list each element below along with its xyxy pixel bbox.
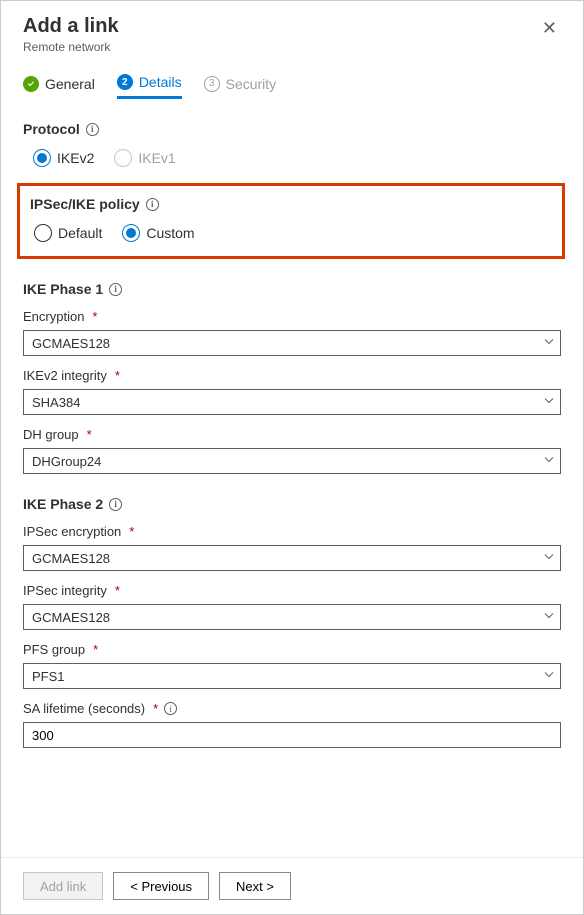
protocol-options: IKEv2 IKEv1 (23, 149, 561, 167)
select-value: SHA384 (23, 389, 561, 415)
tab-label: Security (226, 76, 277, 92)
next-button[interactable]: Next > (219, 872, 291, 900)
protocol-label: Protocol i (23, 121, 561, 137)
step-number-icon: 2 (117, 74, 133, 90)
required-indicator: * (129, 524, 134, 539)
required-indicator: * (115, 368, 120, 383)
tab-label: Details (139, 74, 182, 90)
ipsec-policy-label-text: IPSec/IKE policy (30, 196, 140, 212)
ipsec-policy-label: IPSec/IKE policy i (30, 196, 552, 212)
field-label-text: Encryption (23, 309, 84, 324)
ipsec-policy-highlight: IPSec/IKE policy i Default Custom (17, 183, 565, 259)
required-indicator: * (153, 701, 158, 716)
close-button[interactable]: ✕ (538, 15, 561, 41)
radio-icon (114, 149, 132, 167)
step-tabs: General 2 Details 3 Security (1, 62, 583, 99)
select-value: PFS1 (23, 663, 561, 689)
info-icon[interactable]: i (109, 498, 122, 511)
radio-ikev1[interactable]: IKEv1 (114, 149, 175, 167)
panel-header: Add a link Remote network ✕ (1, 1, 583, 62)
ipsec-encryption-select[interactable]: GCMAES128 (23, 545, 561, 571)
radio-label: Default (58, 225, 102, 241)
field-label-text: SA lifetime (seconds) (23, 701, 145, 716)
step-number-icon: 3 (204, 76, 220, 92)
tab-details[interactable]: 2 Details (117, 74, 182, 99)
check-icon (23, 76, 39, 92)
field-label-text: IKEv2 integrity (23, 368, 107, 383)
info-icon[interactable]: i (86, 123, 99, 136)
phase-header-text: IKE Phase 2 (23, 496, 103, 512)
ike-phase2-header: IKE Phase 2 i (23, 496, 561, 512)
form-content: Protocol i IKEv2 IKEv1 IPSec/IKE policy … (1, 99, 583, 857)
radio-label: IKEv2 (57, 150, 94, 166)
field-label-text: PFS group (23, 642, 85, 657)
info-icon[interactable]: i (146, 198, 159, 211)
tab-general[interactable]: General (23, 76, 95, 98)
field-label-text: IPSec encryption (23, 524, 121, 539)
select-value: GCMAES128 (23, 330, 561, 356)
protocol-label-text: Protocol (23, 121, 80, 137)
required-indicator: * (93, 642, 98, 657)
ikev2-integrity-select[interactable]: SHA384 (23, 389, 561, 415)
radio-icon (33, 149, 51, 167)
sa-lifetime-input[interactable] (23, 722, 561, 748)
field-label-text: DH group (23, 427, 79, 442)
dhgroup-label: DH group * (23, 427, 561, 442)
ike-phase1-header: IKE Phase 1 i (23, 281, 561, 297)
info-icon[interactable]: i (109, 283, 122, 296)
select-value: GCMAES128 (23, 604, 561, 630)
radio-icon (34, 224, 52, 242)
encryption-label: Encryption * (23, 309, 561, 324)
radio-policy-custom[interactable]: Custom (122, 224, 194, 242)
select-value: GCMAES128 (23, 545, 561, 571)
add-link-button[interactable]: Add link (23, 872, 103, 900)
ipsec-encryption-label: IPSec encryption * (23, 524, 561, 539)
tab-label: General (45, 76, 95, 92)
field-label-text: IPSec integrity (23, 583, 107, 598)
pfs-group-select[interactable]: PFS1 (23, 663, 561, 689)
sa-lifetime-label: SA lifetime (seconds) * i (23, 701, 561, 716)
required-indicator: * (115, 583, 120, 598)
ipsec-integrity-label: IPSec integrity * (23, 583, 561, 598)
pfs-group-label: PFS group * (23, 642, 561, 657)
required-indicator: * (92, 309, 97, 324)
info-icon[interactable]: i (164, 702, 177, 715)
select-value: DHGroup24 (23, 448, 561, 474)
radio-label: IKEv1 (138, 150, 175, 166)
ipsec-integrity-select[interactable]: GCMAES128 (23, 604, 561, 630)
radio-policy-default[interactable]: Default (34, 224, 102, 242)
previous-button[interactable]: < Previous (113, 872, 209, 900)
required-indicator: * (87, 427, 92, 442)
panel-title: Add a link (23, 15, 119, 38)
ipsec-policy-options: Default Custom (24, 224, 552, 242)
radio-icon (122, 224, 140, 242)
encryption-select[interactable]: GCMAES128 (23, 330, 561, 356)
panel-subtitle: Remote network (23, 40, 119, 54)
radio-ikev2[interactable]: IKEv2 (33, 149, 94, 167)
dhgroup-select[interactable]: DHGroup24 (23, 448, 561, 474)
close-icon: ✕ (542, 18, 557, 38)
radio-label: Custom (146, 225, 194, 241)
panel-footer: Add link < Previous Next > (1, 857, 583, 914)
ikev2-integrity-label: IKEv2 integrity * (23, 368, 561, 383)
tab-security[interactable]: 3 Security (204, 76, 277, 98)
phase-header-text: IKE Phase 1 (23, 281, 103, 297)
